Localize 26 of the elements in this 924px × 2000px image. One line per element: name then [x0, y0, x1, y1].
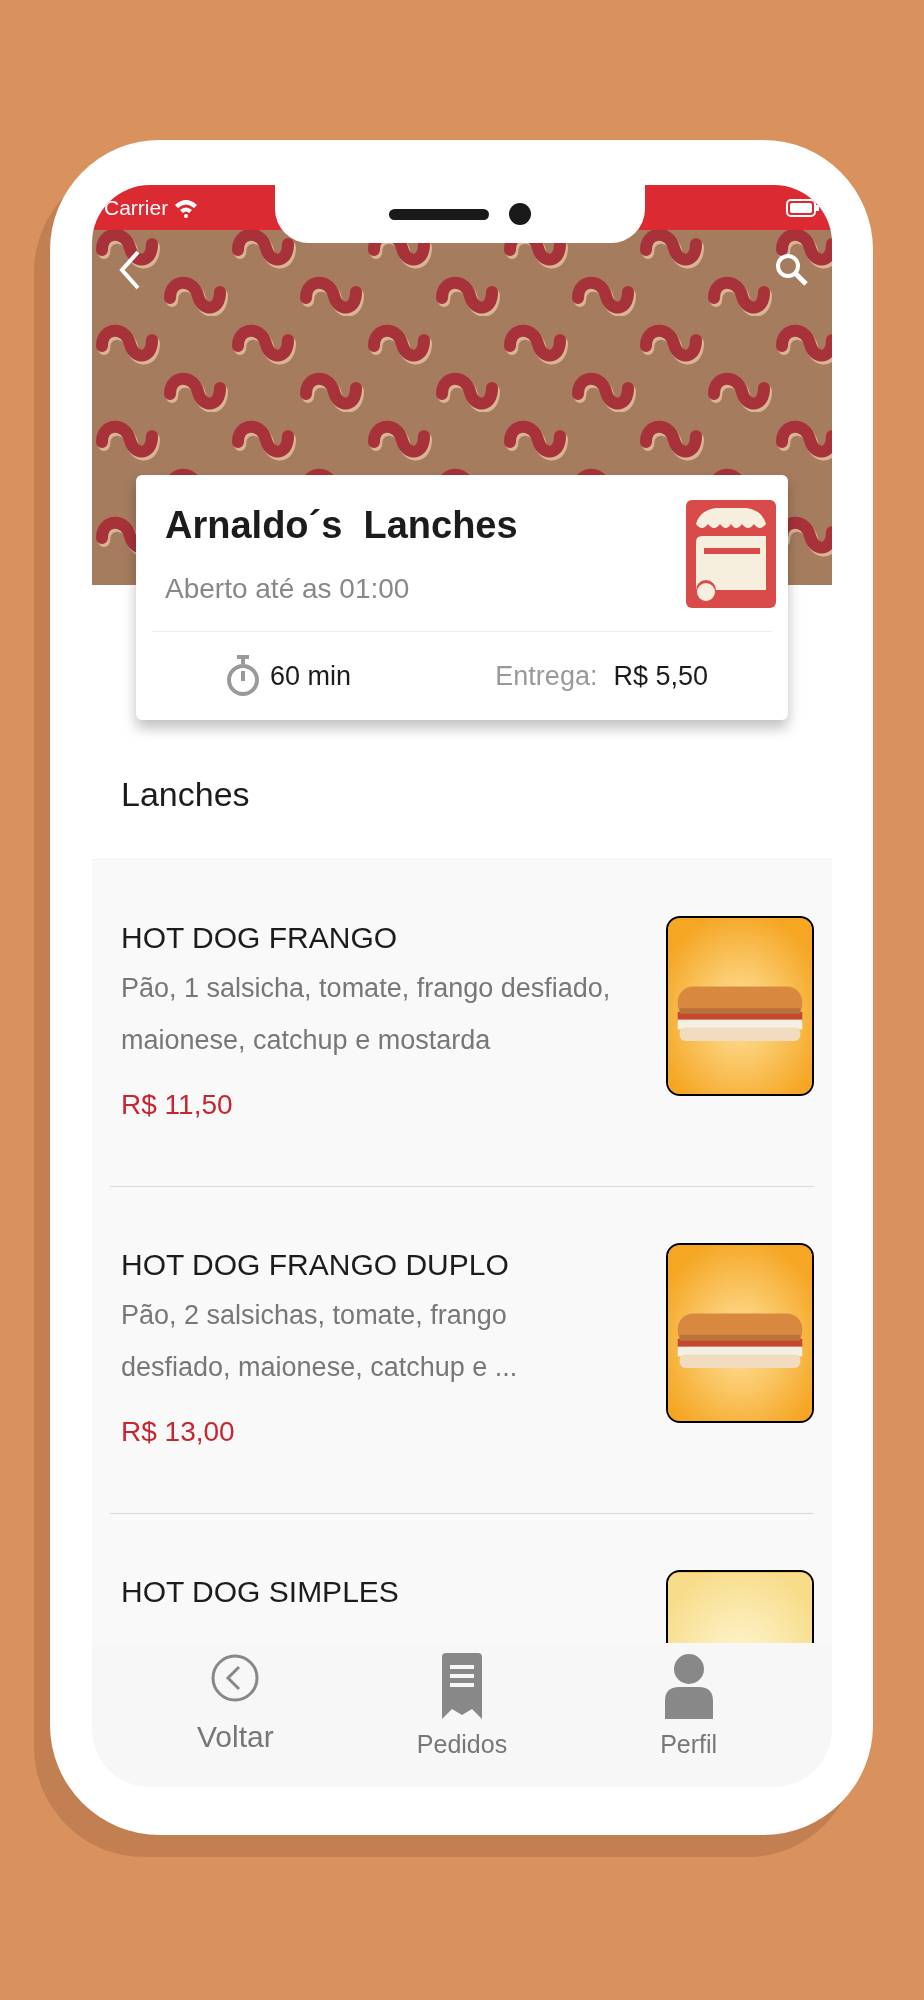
- back-icon: [210, 1653, 261, 1703]
- delivery-label: Entrega:: [495, 659, 598, 693]
- carrier-label: Carrier: [104, 194, 169, 221]
- item-name: HOT DOG FRANGO: [121, 920, 399, 956]
- delivery-fee: R$ 5,50: [613, 659, 708, 693]
- food-cart-icon: [686, 500, 776, 608]
- nav-item[interactable]: Voltar: [165, 1653, 306, 1763]
- item-name: HOT DOG FRANGO DUPLO: [121, 1247, 510, 1283]
- item-name: HOT DOG SIMPLES: [121, 1574, 400, 1610]
- section-title: Lanches: [121, 774, 250, 815]
- delivery-time: 60 min: [270, 659, 352, 693]
- store-name: Arnaldo´s Lanches: [165, 503, 518, 548]
- back-chevron-icon: [118, 249, 142, 291]
- stopwatch-icon: [226, 654, 260, 698]
- wifi-icon: [174, 197, 199, 218]
- item-description: Pão, 2 salsichas, tomate, frango desfiado, maionese, catchup e ...: [121, 1299, 519, 1384]
- search-icon: [775, 253, 809, 287]
- nav-item[interactable]: Pedidos: [392, 1653, 532, 1763]
- item-price: R$ 11,50: [121, 1088, 234, 1122]
- receipt-icon: [440, 1653, 484, 1719]
- battery-icon: [786, 197, 820, 218]
- item-price: R$ 13,00: [121, 1415, 236, 1449]
- item-description: Pão, 1 salsicha, tomate, frango desfiado, maionese, catchup e mostarda: [121, 972, 612, 1057]
- opening-hours: Aberto até as 01:00: [165, 572, 411, 606]
- user-icon: [664, 1653, 713, 1719]
- nav-item[interactable]: Perfil: [618, 1653, 759, 1763]
